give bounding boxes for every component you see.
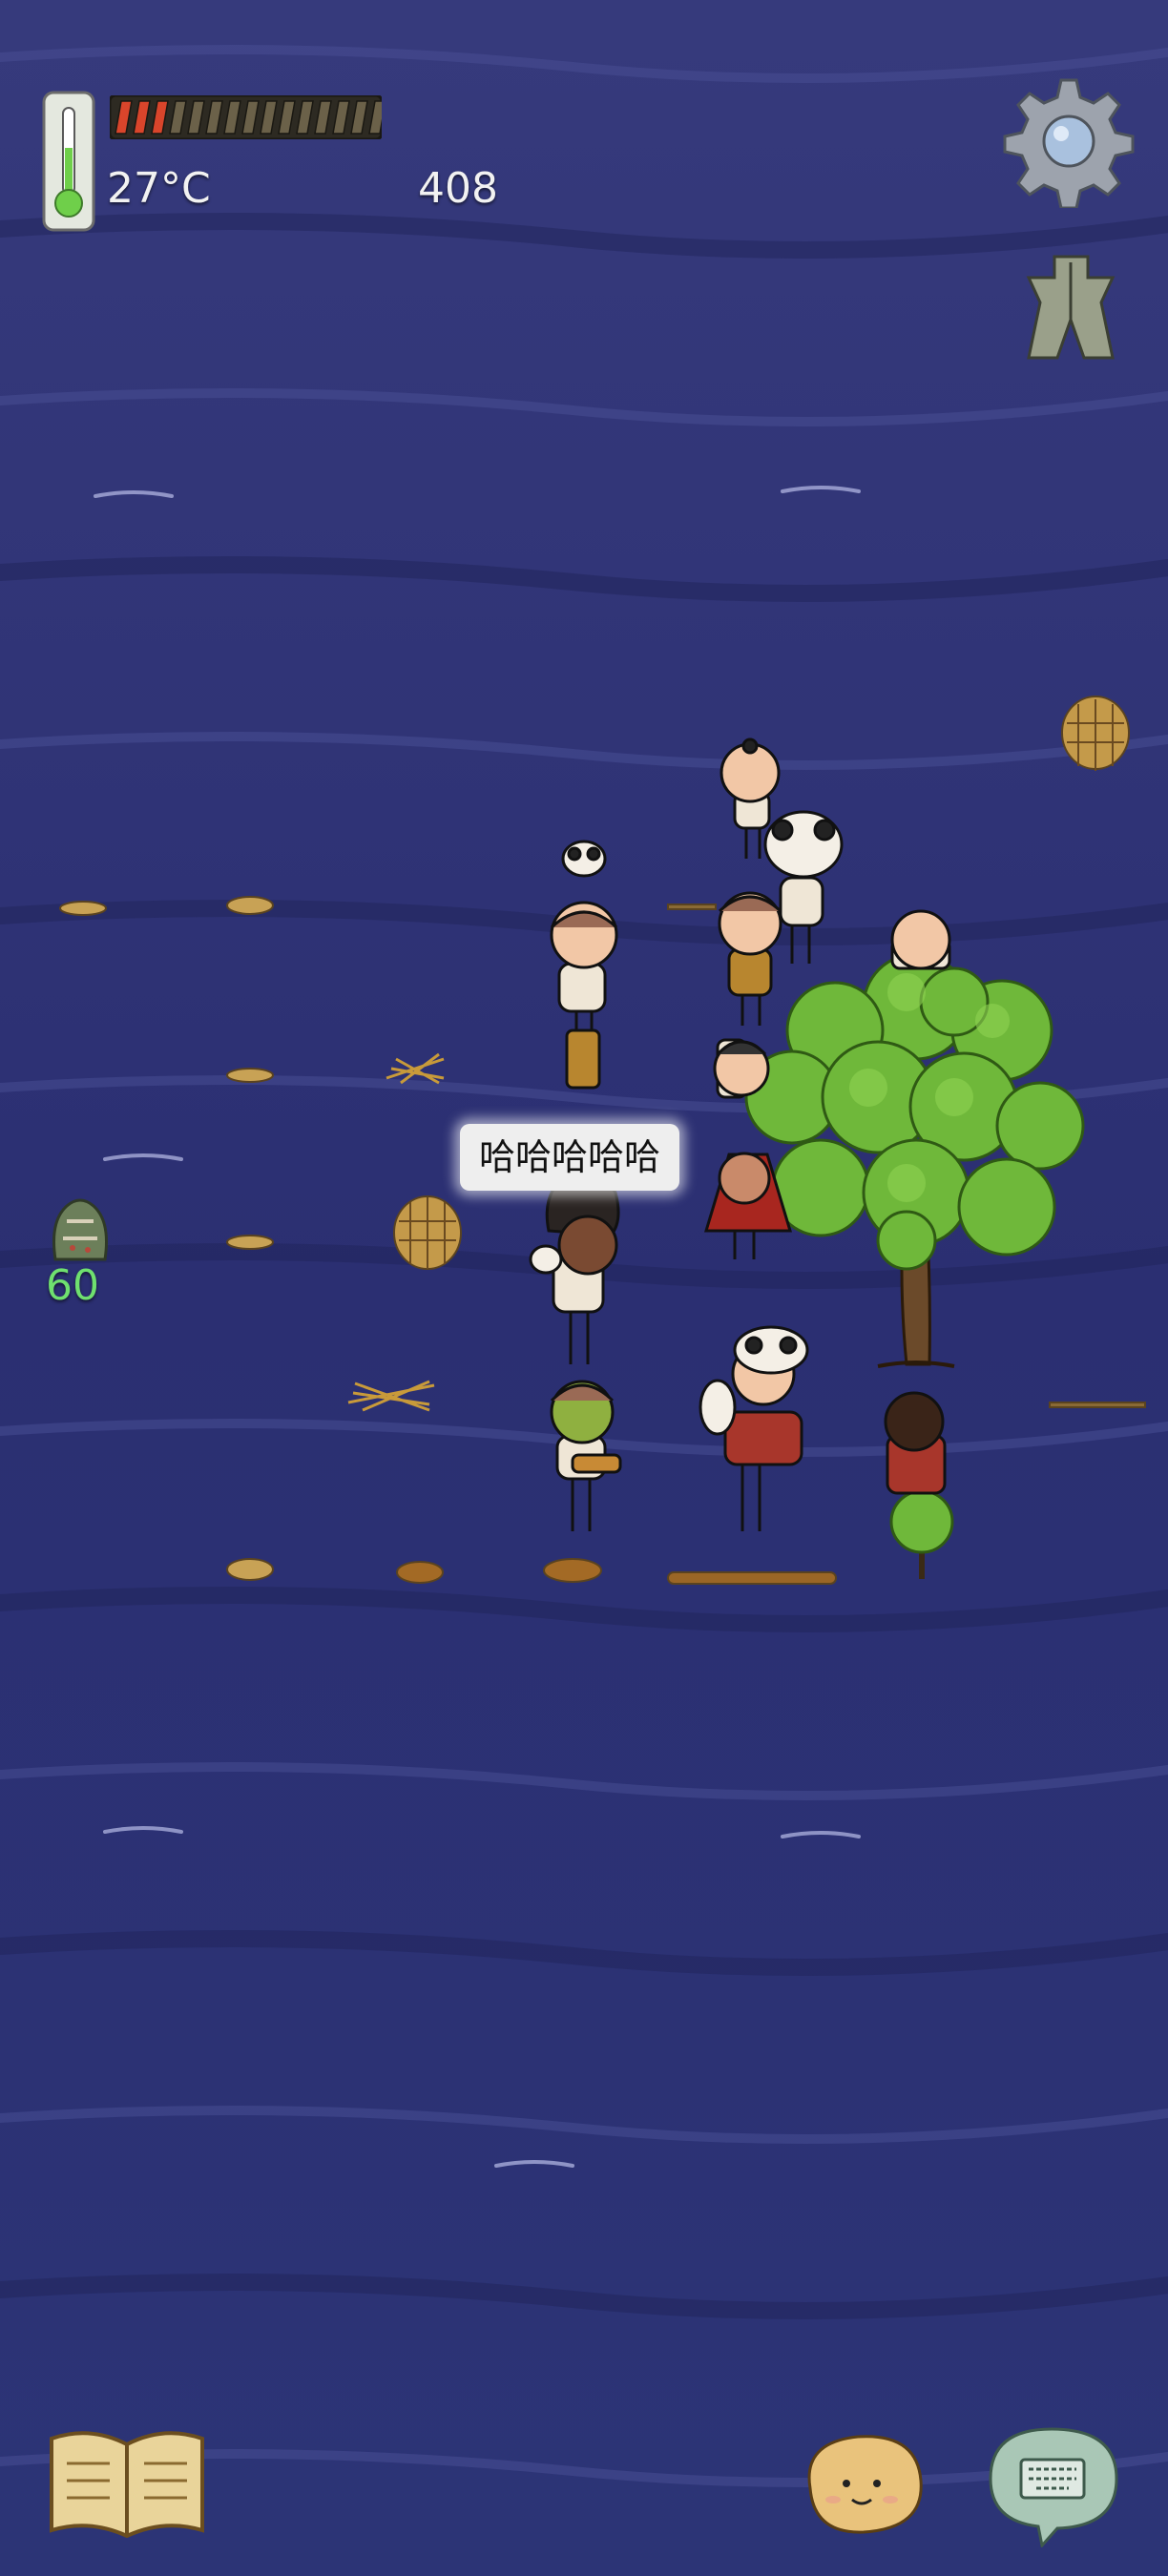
flat-stone[interactable] [226, 1235, 274, 1250]
temperature-readout: 27°C [107, 164, 211, 213]
player-character[interactable] [884, 1391, 947, 1495]
speech-bubble: 哈哈哈哈哈 [460, 1124, 680, 1191]
player-character[interactable] [890, 909, 951, 970]
book-icon[interactable] [46, 2425, 208, 2539]
flat-stone[interactable] [226, 896, 274, 915]
thermometer-icon [42, 91, 95, 232]
hunger-meter [108, 93, 386, 141]
food-pile[interactable] [543, 1558, 602, 1583]
player-character[interactable] [713, 1038, 770, 1099]
stick[interactable] [667, 904, 717, 910]
flat-stone[interactable] [226, 1558, 274, 1581]
emote-face-icon[interactable] [797, 2431, 926, 2536]
food-pile[interactable] [396, 1561, 444, 1584]
flat-stone[interactable] [59, 901, 107, 916]
stick[interactable] [1049, 1402, 1146, 1408]
game-world[interactable] [0, 0, 1168, 2576]
log[interactable] [667, 1571, 837, 1585]
flat-stone[interactable] [226, 1068, 274, 1083]
backpack-count: 60 [46, 1261, 99, 1310]
food-store-count: 408 [418, 164, 498, 213]
gear-icon[interactable] [1002, 74, 1136, 210]
tech-tree-icon[interactable] [1026, 253, 1116, 363]
keyboard-chat-icon[interactable] [983, 2423, 1121, 2549]
backpack-icon[interactable] [50, 1193, 111, 1263]
